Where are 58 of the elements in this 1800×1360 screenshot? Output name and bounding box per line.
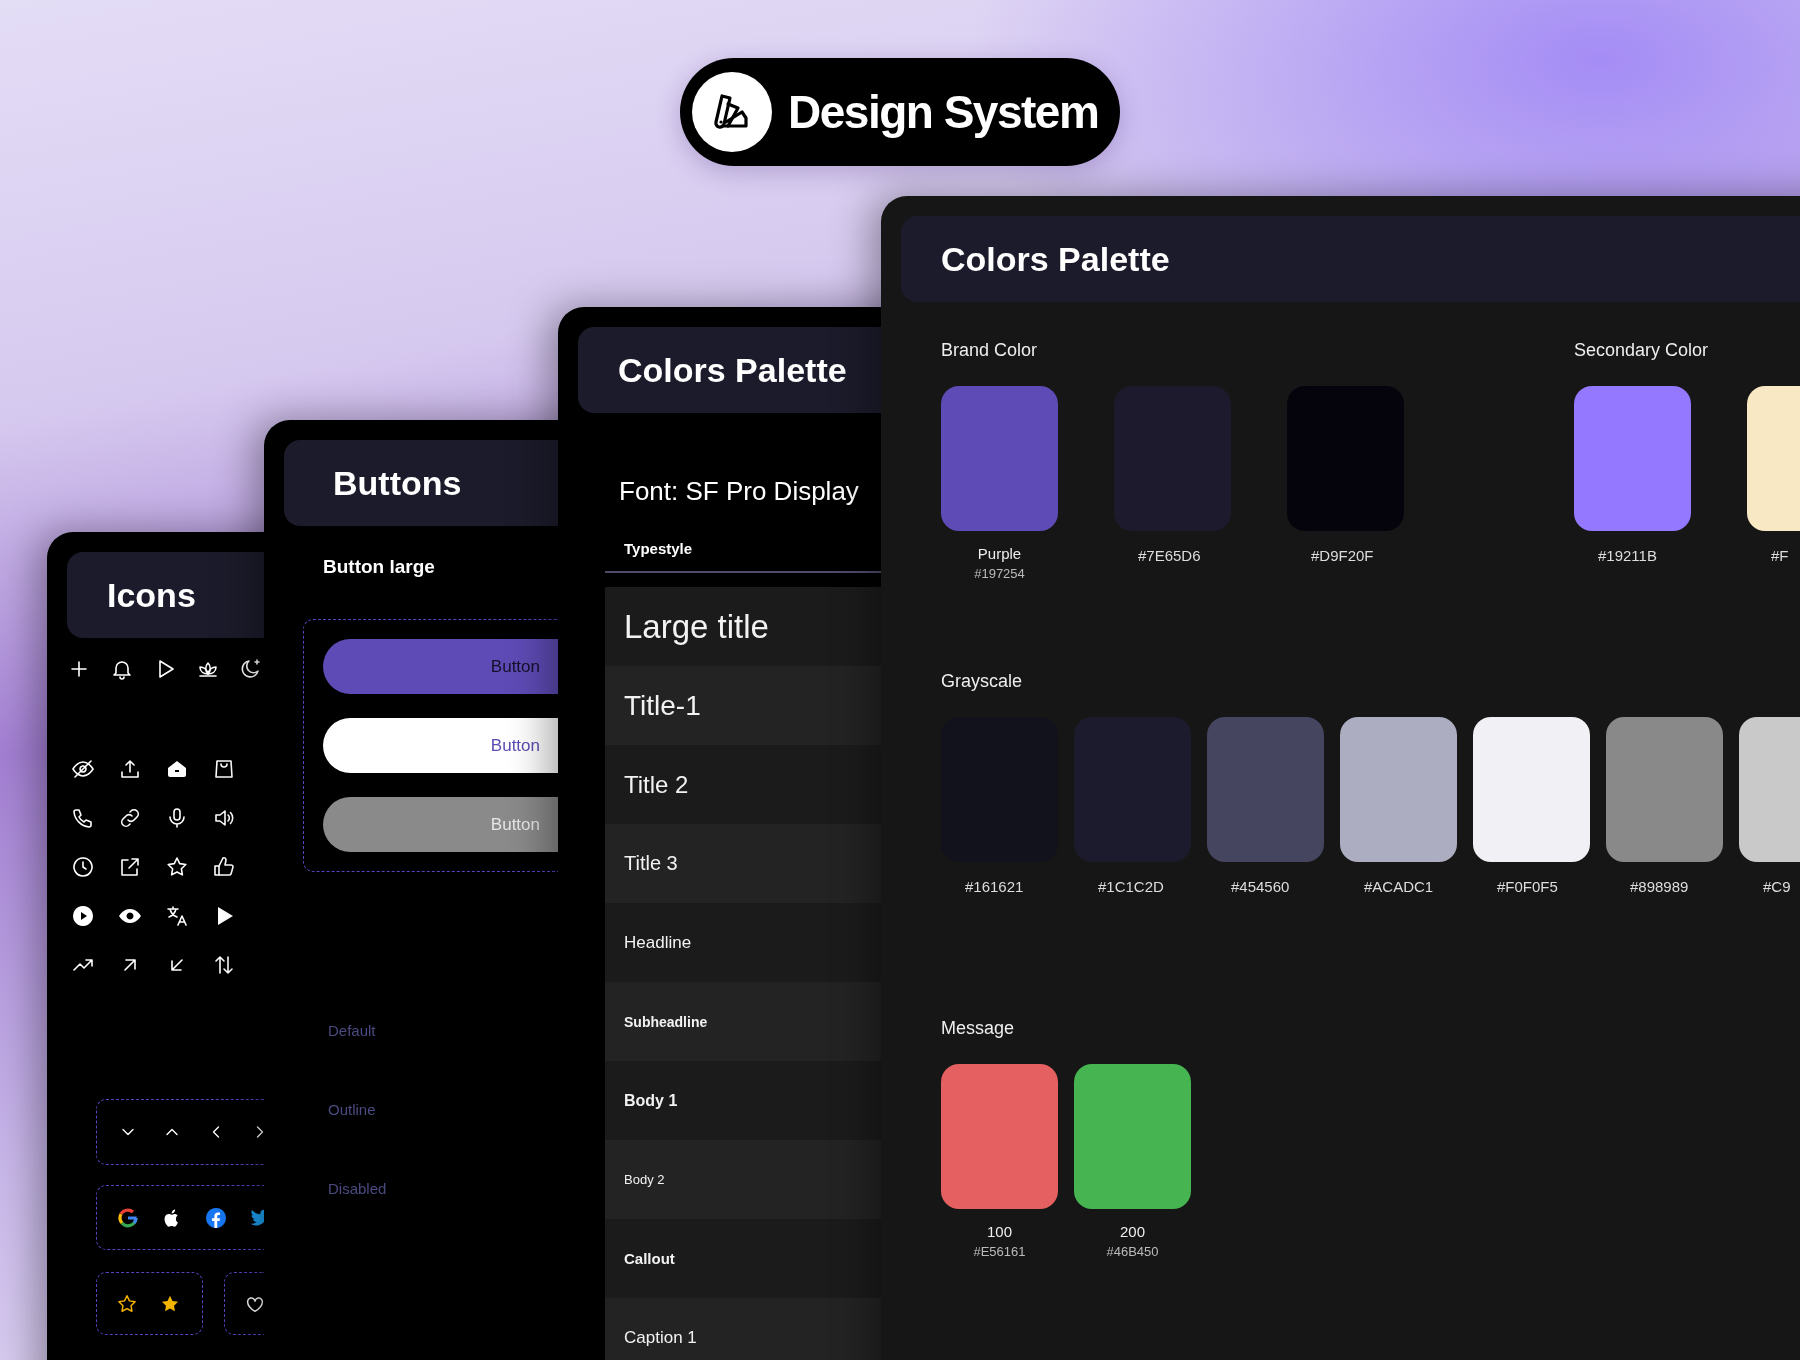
hex-code: #197254 [974,566,1025,581]
state-label: Disabled [328,1180,387,1197]
type-sample: Body 2 [624,1172,665,1187]
hex-code: #F0F0F5 [1497,878,1558,895]
button[interactable]: Button [323,639,558,694]
swatch-name: Purple [977,545,1022,562]
hex-code: #161621 [965,878,1024,895]
star-icon [165,855,189,879]
translate-icon [165,904,189,928]
swatch-name: 200 [1120,1223,1145,1240]
hex-code: #46B450 [1106,1244,1159,1259]
moon-icon [239,657,263,681]
section-label: Button large [323,556,436,578]
hex-code: #ACADC1 [1364,878,1434,895]
hex-code: #F [1771,547,1789,564]
type-sample: Title-1 [624,689,701,722]
type-sample: Body 1 [624,1091,678,1110]
thumbs-up-icon [212,855,236,879]
clock-icon [71,855,95,879]
external-link-icon [118,855,142,879]
hex-code: #C9 [1763,878,1791,895]
type-sample: Title 2 [624,770,689,799]
hex-code: #7E65D6 [1138,547,1201,564]
eye-off-icon [71,757,95,781]
type-sample: Callout [624,1250,675,1267]
state-label: Outline [328,1101,376,1118]
type-sample: Caption 1 [624,1327,697,1348]
button[interactable]: Button [323,718,558,773]
upload-icon [118,757,142,781]
badge-title: Design System [788,85,1099,139]
type-sample: Title 3 [624,852,678,875]
panel-title: Icons [107,575,196,615]
hex-code: #1C1C2D [1098,878,1164,895]
hex-code: #898989 [1630,878,1689,895]
hex-code: #19211B [1598,547,1657,564]
facebook-logo-icon [204,1205,228,1230]
type-sample: Headline [624,932,692,953]
font-label: Font: SF Pro Display [619,476,860,507]
link-icon [118,806,142,830]
sort-arrows-icon [212,953,236,977]
panel-title: Colors Palette [941,239,1170,279]
hex-code: #454560 [1231,878,1290,895]
column-header: Typestyle [624,540,694,559]
phone-icon [71,806,95,830]
type-sample: Large title [624,607,769,646]
hex-code: #D9F20F [1311,547,1374,564]
state-label: Default [328,1022,376,1039]
group-title: Secondary Color [1574,340,1710,361]
type-sample: Subheadline [624,1013,708,1030]
panel-title: Buttons [333,463,462,503]
swatch-name: 100 [987,1223,1012,1240]
bag-icon [212,757,236,781]
group-title: Brand Color [941,340,1039,361]
panel-title: Colors Palette [618,350,847,390]
group-title: Grayscale [941,671,1024,692]
group-title: Message [941,1018,1016,1039]
star-outline-icon [116,1292,138,1315]
hex-code: #E56161 [973,1244,1026,1259]
